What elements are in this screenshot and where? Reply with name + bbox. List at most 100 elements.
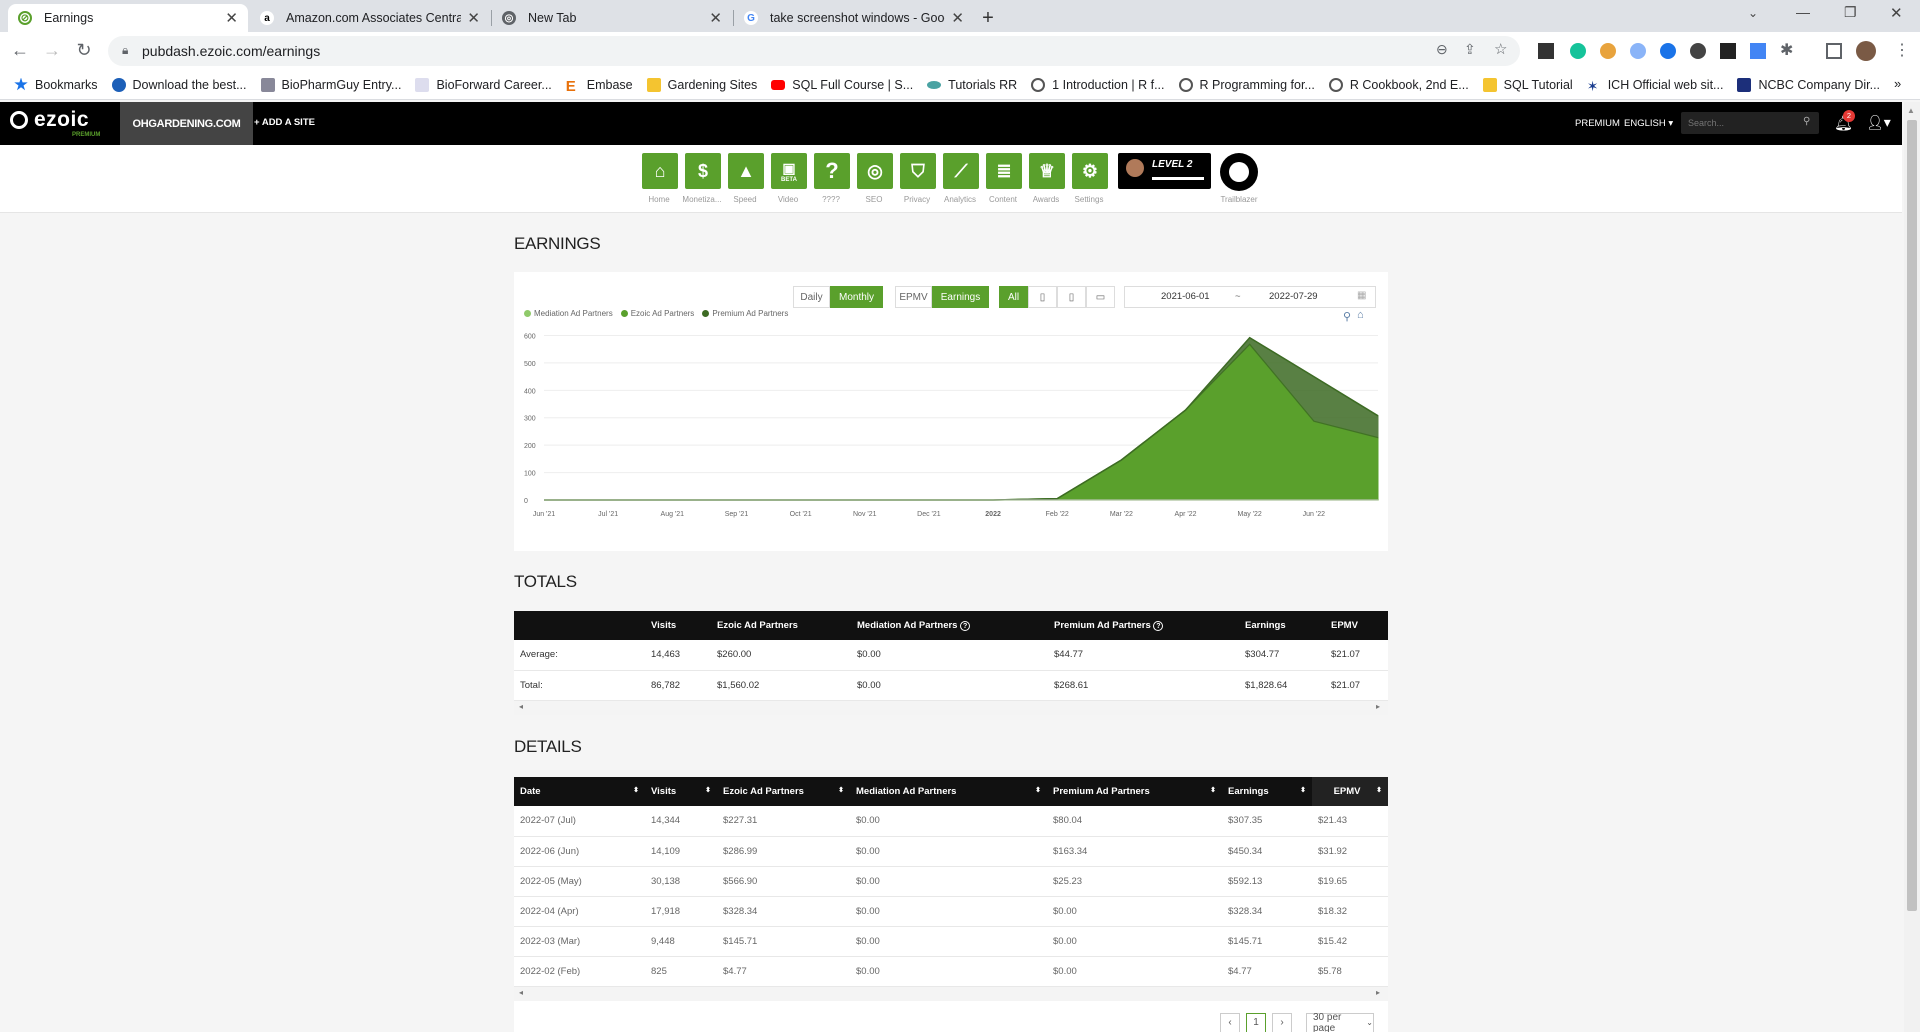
site-selector[interactable]: OHGARDENING.COM (120, 102, 253, 145)
close-tab-icon[interactable]: ✕ (709, 9, 722, 27)
help-icon[interactable]: ? (960, 621, 971, 631)
bookmark-item[interactable]: ✶ ICH Official web sit... (1587, 78, 1724, 94)
legend-item[interactable]: Premium Ad Partners (702, 309, 788, 318)
close-tab-icon[interactable]: ✕ (951, 9, 964, 27)
bookmark-item[interactable]: NCBC Company Dir... (1737, 77, 1880, 92)
page-vertical-scrollbar[interactable]: ▲ (1904, 102, 1920, 1032)
nav-video[interactable]: ▣ BETA (771, 153, 807, 189)
page-number-button[interactable]: 1 (1246, 1012, 1266, 1032)
legend-item[interactable]: Ezoic Ad Partners (620, 309, 694, 318)
extensions-puzzle-icon[interactable]: ✱ (1780, 40, 1793, 60)
scroll-left-icon[interactable]: ◂ (519, 988, 523, 997)
bookmark-item[interactable]: BioForward Career... (415, 77, 552, 92)
browser-menu-icon[interactable]: ⋮ (1894, 40, 1910, 60)
more-bookmarks-icon[interactable]: » (1894, 76, 1901, 91)
horizontal-scrollbar[interactable]: ◂ ▸ (514, 986, 1388, 1001)
forward-arrow-icon[interactable]: → (40, 40, 64, 61)
sortable-column-header[interactable]: EPMV ⬍ (1312, 777, 1388, 806)
bookmark-item[interactable]: 1 Introduction | R f... (1031, 77, 1165, 92)
scroll-right-icon[interactable]: ▸ (1376, 702, 1380, 711)
ezoic-logo-icon[interactable] (10, 111, 28, 129)
prev-page-button[interactable]: ‹ (1220, 1012, 1240, 1032)
date-range-picker[interactable]: 2021-06-01 ~ 2022-07-29 ▦ (1124, 286, 1376, 308)
add-site-button[interactable]: + ADD A SITE (254, 117, 315, 128)
extension-link-icon[interactable] (1630, 43, 1646, 59)
tab-new-tab[interactable]: ◎ New Tab ✕ (492, 4, 732, 32)
astronaut-icon[interactable] (1220, 153, 1258, 191)
tablet-button[interactable]: ▯ (1028, 286, 1057, 308)
nav-monetization[interactable]: $ (685, 153, 721, 189)
scroll-right-icon[interactable]: ▸ (1376, 988, 1380, 997)
url-bar[interactable]: 🔒︎ pubdash.ezoic.com/earnings ⊖ ⇪ ☆ (108, 36, 1520, 66)
extension-icon[interactable] (1600, 43, 1616, 59)
sortable-column-header[interactable]: Earnings ⬍ (1222, 777, 1312, 806)
per-page-select[interactable]: 30 per page ⌄ (1306, 1012, 1374, 1032)
grammarly-icon[interactable] (1570, 43, 1586, 59)
share-icon[interactable]: ⇪ (1464, 41, 1476, 58)
bookmark-item[interactable]: Bookmarks (14, 77, 98, 92)
close-tab-icon[interactable]: ✕ (225, 9, 238, 27)
level-badge[interactable]: LEVEL 2 (1118, 153, 1211, 189)
ezoic-logo[interactable]: ezoic (34, 108, 89, 132)
new-tab-button[interactable]: + (976, 6, 1000, 30)
daily-button[interactable]: Daily (793, 286, 830, 308)
profile-avatar[interactable] (1856, 41, 1876, 61)
minimize-button[interactable]: — (1796, 4, 1810, 20)
nav-home[interactable]: ⌂ (642, 153, 678, 189)
tab-search-icon[interactable]: ⌄ (1748, 6, 1758, 20)
nav-settings[interactable]: ⚙ (1072, 153, 1108, 189)
restore-button[interactable]: ❐ (1844, 4, 1857, 21)
bookmark-item[interactable]: E Embase (566, 78, 633, 95)
legend-item[interactable]: Mediation Ad Partners (524, 309, 613, 318)
language-selector[interactable]: ENGLISH ▾ (1624, 118, 1673, 129)
bookmark-item[interactable]: R Programming for... (1178, 77, 1315, 92)
extension-play-icon[interactable] (1660, 43, 1676, 59)
nav-mystery[interactable]: ? (814, 153, 850, 189)
tab-amazon[interactable]: a Amazon.com Associates Central ✕ (250, 4, 490, 32)
scroll-left-icon[interactable]: ◂ (519, 702, 523, 711)
bookmark-item[interactable]: SQL Full Course | S... (771, 78, 913, 92)
extension-m-icon[interactable] (1538, 43, 1554, 59)
mobile-button[interactable]: ▯ (1057, 286, 1086, 308)
bookmark-item[interactable]: SQL Tutorial (1482, 77, 1573, 92)
sortable-column-header[interactable]: Date ⬍ (514, 777, 645, 806)
sortable-column-header[interactable]: Visits ⬍ (645, 777, 717, 806)
tab-google-search[interactable]: G take screenshot windows - Googl ✕ (734, 4, 974, 32)
nav-seo[interactable]: ◎ (857, 153, 893, 189)
zoom-icon[interactable]: ⊖ (1436, 41, 1448, 58)
reload-icon[interactable]: ↻ (72, 40, 96, 61)
help-icon[interactable]: ? (1153, 621, 1164, 631)
bookmark-item[interactable]: Gardening Sites (646, 77, 757, 92)
sortable-column-header[interactable]: Ezoic Ad Partners ⬍ (717, 777, 850, 806)
search-icon[interactable]: ⚲ (1803, 116, 1810, 127)
horizontal-scrollbar[interactable]: ◂ ▸ (514, 700, 1388, 715)
bookmark-item[interactable]: Tutorials RR (927, 78, 1017, 92)
nav-analytics[interactable]: ⟋ (943, 153, 979, 189)
side-panel-icon[interactable] (1826, 43, 1842, 59)
epmv-button[interactable]: EPMV (895, 286, 932, 308)
tab-earnings[interactable]: ⊘ Earnings ✕ (8, 4, 248, 32)
monthly-button[interactable]: Monthly (830, 286, 883, 308)
extension-translate-icon[interactable] (1750, 43, 1766, 59)
extension-check-icon[interactable] (1720, 43, 1736, 59)
close-window-button[interactable]: ✕ (1890, 4, 1903, 22)
nav-speed[interactable]: ▲ (728, 153, 764, 189)
search-input[interactable] (1681, 112, 1819, 134)
premium-link[interactable]: PREMIUM (1575, 118, 1620, 129)
bookmark-item[interactable]: BioPharmGuy Entry... (260, 77, 401, 92)
close-tab-icon[interactable]: ✕ (467, 9, 480, 27)
device-all-button[interactable]: All (999, 286, 1028, 308)
user-menu-icon[interactable]: 👤︎▾ (1866, 114, 1891, 131)
reset-zoom-home-icon[interactable]: ⌂ (1357, 309, 1364, 321)
sortable-column-header[interactable]: Mediation Ad Partners ⬍ (850, 777, 1047, 806)
sortable-column-header[interactable]: Premium Ad Partners ⬍ (1047, 777, 1222, 806)
desktop-button[interactable]: ▭ (1086, 286, 1115, 308)
bookmark-star-icon[interactable]: ☆ (1494, 40, 1507, 58)
nav-awards[interactable]: ♕ (1029, 153, 1065, 189)
scrollbar-thumb[interactable] (1907, 120, 1917, 911)
back-arrow-icon[interactable]: ← (8, 40, 32, 61)
bookmark-item[interactable]: Download the best... (111, 77, 247, 92)
earnings-button[interactable]: Earnings (932, 286, 989, 308)
nav-privacy[interactable]: ⛉ (900, 153, 936, 189)
nav-content[interactable]: ≣ (986, 153, 1022, 189)
